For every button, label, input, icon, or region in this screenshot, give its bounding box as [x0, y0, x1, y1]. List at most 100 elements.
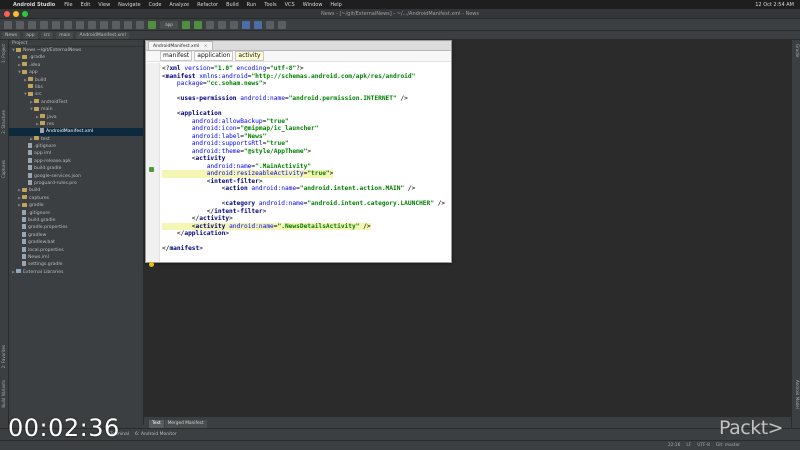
redo-icon[interactable]: [52, 20, 60, 29]
code-line[interactable]: <activity: [162, 155, 226, 163]
tab-captures[interactable]: Captures: [1, 160, 8, 178]
android-icon[interactable]: [149, 167, 154, 172]
tree-item[interactable]: build.gradle: [9, 216, 143, 224]
tree-item[interactable]: gradle.properties: [9, 224, 143, 231]
stop-icon[interactable]: [218, 20, 226, 29]
tree-item[interactable]: gradlew.bat: [9, 239, 143, 246]
close-icon[interactable]: [4, 11, 10, 17]
breadcrumb-item[interactable]: main: [56, 31, 74, 39]
paste-icon[interactable]: [88, 20, 96, 29]
tree-item[interactable]: ▶ gradle: [9, 202, 143, 209]
menu-vcs[interactable]: VCS: [285, 2, 295, 8]
replace-icon[interactable]: [112, 20, 120, 29]
menu-window[interactable]: Window: [303, 2, 323, 8]
code-line[interactable]: <action android:name="android.intent.act…: [162, 185, 416, 193]
tree-item[interactable]: ▶ res: [9, 121, 143, 128]
cut-icon[interactable]: [64, 20, 72, 29]
tree-item[interactable]: libs: [9, 84, 143, 91]
tab-gradle[interactable]: Gradle: [793, 44, 800, 57]
run-config-dropdown[interactable]: app: [160, 20, 178, 29]
tree-item[interactable]: AndroidManifest.xml: [9, 128, 143, 136]
tab-project[interactable]: 1: Project: [1, 44, 8, 63]
tree-item[interactable]: proguard-rules.pro: [9, 180, 143, 187]
open-folder-icon[interactable]: [4, 20, 12, 29]
code-line[interactable]: android:label="News": [162, 133, 267, 141]
tree-item[interactable]: ▶ build: [9, 187, 143, 194]
tree-item[interactable]: .gitignore: [9, 209, 143, 217]
menu-view[interactable]: View: [98, 2, 110, 8]
close-tab-icon[interactable]: ×: [204, 44, 208, 49]
tree-item[interactable]: News.iml: [9, 253, 143, 261]
tree-item[interactable]: ▶ test: [9, 136, 143, 143]
code-line[interactable]: </intent-filter>: [162, 208, 267, 216]
find-icon[interactable]: [100, 20, 108, 29]
sync-icon[interactable]: [28, 20, 36, 29]
attach-debugger-icon[interactable]: [206, 20, 214, 29]
xml-crumb-manifest[interactable]: manifest: [160, 51, 193, 61]
copy-icon[interactable]: [76, 20, 84, 29]
file-encoding[interactable]: UTF-8: [697, 441, 710, 450]
tab-text[interactable]: Text: [149, 420, 164, 428]
tab-merged-manifest[interactable]: Merged Manifest: [164, 420, 207, 428]
code-line[interactable]: </application>: [162, 230, 229, 238]
minimize-icon[interactable]: [13, 11, 19, 17]
code-line[interactable]: </manifest>: [162, 245, 203, 253]
undo-icon[interactable]: [40, 20, 48, 29]
tab-android-model[interactable]: Android Model: [793, 380, 800, 409]
breadcrumb-item[interactable]: app: [23, 31, 38, 39]
tree-item[interactable]: app-release.apk: [9, 157, 143, 165]
tree-item[interactable]: ▶ External Libraries: [9, 269, 143, 276]
tab-android-monitor[interactable]: 6: Android Monitor: [135, 432, 177, 437]
menu-analyze[interactable]: Analyze: [169, 2, 189, 8]
tab-build-variants[interactable]: Build Variants: [1, 380, 8, 408]
code-line[interactable]: <?xml version="1.0" encoding="utf-8"?>: [162, 65, 304, 73]
sdk-manager-icon[interactable]: [254, 20, 262, 29]
tree-item[interactable]: ▶ build: [9, 77, 143, 84]
tree-item[interactable]: ▼ main: [9, 106, 143, 113]
menu-navigate[interactable]: Navigate: [118, 2, 140, 8]
code-line[interactable]: <category android:name="android.intent.c…: [162, 200, 446, 208]
menu-tools[interactable]: Tools: [264, 2, 276, 8]
tree-item[interactable]: ▶ captures: [9, 195, 143, 202]
menu-edit[interactable]: Edit: [81, 2, 91, 8]
make-project-icon[interactable]: [148, 20, 156, 29]
tree-item[interactable]: local.properties: [9, 246, 143, 254]
line-separator[interactable]: LF: [686, 441, 691, 450]
code-editor[interactable]: <?xml version="1.0" encoding="utf-8"?> <m…: [146, 63, 451, 267]
editor-tab-manifest[interactable]: AndroidManifest.xml ×: [148, 41, 213, 50]
debug-icon[interactable]: [194, 20, 202, 29]
tree-item[interactable]: ▼ app: [9, 69, 143, 76]
code-line[interactable]: android:allowBackup="true": [162, 118, 289, 126]
tree-item[interactable]: settings.gradle: [9, 261, 143, 268]
code-line[interactable]: package="cc.soham.news">: [162, 80, 266, 88]
forward-icon[interactable]: [136, 20, 144, 29]
breadcrumb-item[interactable]: src: [40, 31, 54, 39]
tree-item[interactable]: google-services.json: [9, 172, 143, 180]
tree-item[interactable]: .gitignore: [9, 143, 143, 150]
project-panel-header[interactable]: Project: [9, 40, 143, 47]
tab-favorites[interactable]: 2: Favorites: [1, 345, 8, 368]
code-line[interactable]: android:icon="@mipmap/ic_launcher": [162, 125, 319, 133]
tree-item[interactable]: ▶ java: [9, 114, 143, 121]
xml-crumb-activity[interactable]: activity: [235, 51, 264, 61]
code-line[interactable]: </activity>: [162, 215, 233, 223]
code-line[interactable]: android:supportsRtl="true": [162, 140, 289, 148]
menu-refactor[interactable]: Refactor: [197, 2, 218, 8]
back-icon[interactable]: [124, 20, 132, 29]
code-line[interactable]: android:name=".MainActivity": [162, 163, 311, 171]
tree-item[interactable]: ▶ androidTest: [9, 99, 143, 106]
menu-build[interactable]: Build: [226, 2, 239, 8]
sync-gradle-icon[interactable]: [230, 20, 238, 29]
android-device-monitor-icon[interactable]: [266, 20, 274, 29]
code-line[interactable]: <manifest xmlns:android="http://schemas.…: [162, 73, 415, 81]
breadcrumb-item[interactable]: News: [2, 31, 21, 39]
maximize-icon[interactable]: [22, 11, 28, 17]
tree-item[interactable]: build.gradle: [9, 165, 143, 172]
code-line[interactable]: android:resizeableActivity="true">: [162, 170, 334, 178]
avd-manager-icon[interactable]: [242, 20, 250, 29]
menu-code[interactable]: Code: [149, 2, 162, 8]
code-line[interactable]: <uses-permission android:name="android.p…: [162, 95, 408, 103]
help-icon[interactable]: [278, 20, 286, 29]
code-line[interactable]: android:theme="@style/AppTheme">: [162, 148, 311, 156]
vcs-branch[interactable]: Git: master: [716, 441, 740, 450]
